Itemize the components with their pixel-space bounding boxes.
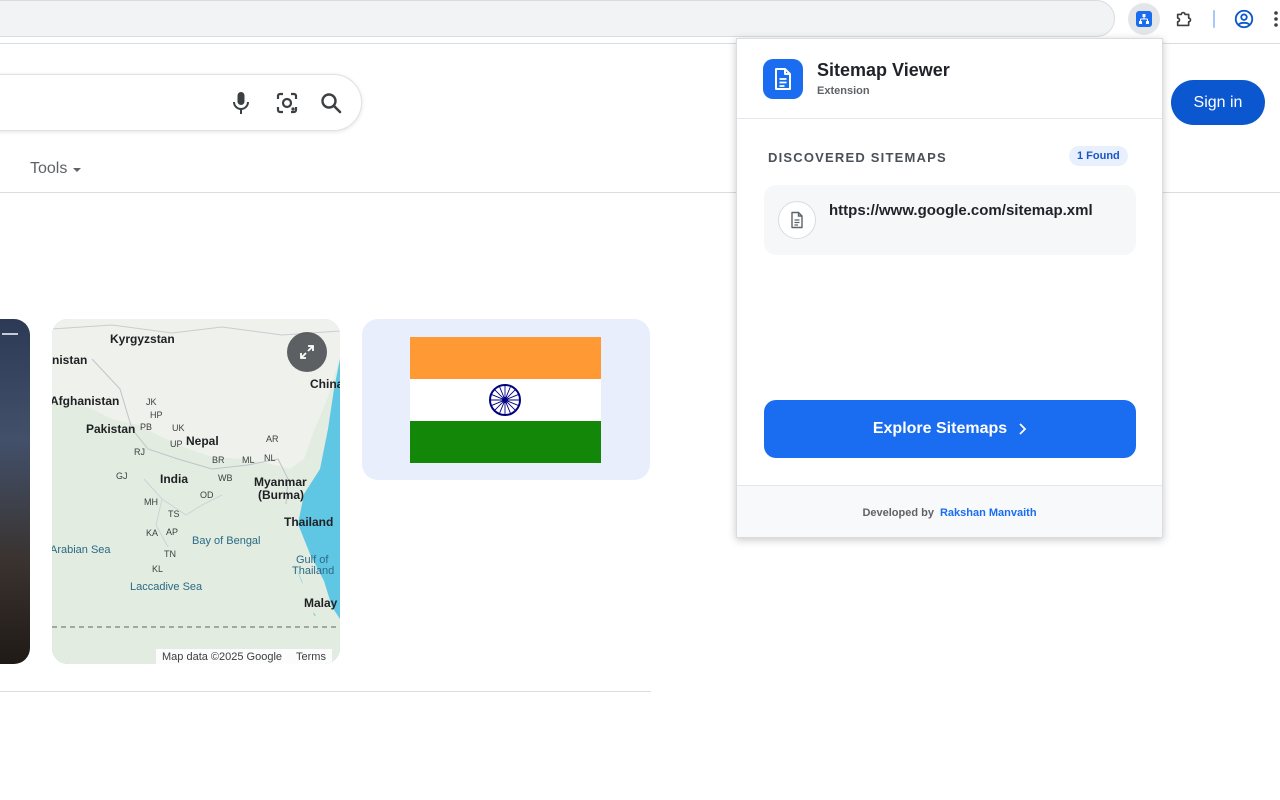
address-bar[interactable] xyxy=(0,0,1115,37)
flag-band-white xyxy=(410,379,601,421)
map-label: nistan xyxy=(52,353,88,367)
map-label: GJ xyxy=(116,471,128,481)
ashoka-chakra-icon xyxy=(489,384,521,416)
toolbar-separator xyxy=(1213,10,1215,28)
map-label: TN xyxy=(164,549,176,559)
sign-in-button[interactable]: Sign in xyxy=(1171,80,1265,125)
popup-header: Sitemap Viewer Extension xyxy=(737,39,1162,119)
sitemap-url[interactable]: https://www.google.com/sitemap.xml xyxy=(829,202,1093,219)
flag-band-green xyxy=(410,421,601,463)
map-label: HP xyxy=(150,410,163,420)
section-title: DISCOVERED SITEMAPS xyxy=(768,150,947,165)
map-label: Myanmar xyxy=(254,475,307,489)
map-label: KL xyxy=(152,564,164,574)
map-label: Nepal xyxy=(186,434,219,448)
photo-card[interactable] xyxy=(0,319,30,664)
map-label: (Burma) xyxy=(258,488,305,502)
sitemap-file-icon-wrapper xyxy=(778,201,816,239)
india-flag-image xyxy=(410,337,601,463)
popup-subtitle: Extension xyxy=(817,85,870,97)
popup-footer: Developed by Rakshan Manvaith xyxy=(737,485,1162,537)
tools-menu[interactable]: Tools xyxy=(30,160,82,178)
footer-label: Developed by xyxy=(862,506,934,519)
chevron-right-icon xyxy=(1019,423,1027,435)
map-label: PB xyxy=(140,422,153,432)
image-search-button[interactable] xyxy=(273,89,301,117)
map-label: JK xyxy=(146,397,157,407)
map-expand-button[interactable] xyxy=(287,332,327,372)
map-attribution: Map data ©2025 Google Terms xyxy=(156,649,332,664)
map-label: Kyrgyzstan xyxy=(110,332,175,346)
extensions-button[interactable] xyxy=(1169,3,1201,35)
map-label: Bay of Bengal xyxy=(192,535,261,547)
map-data-credit: Map data ©2025 Google xyxy=(162,650,283,663)
map-label: Thailand xyxy=(284,515,334,529)
profile-button[interactable] xyxy=(1228,3,1260,35)
map-label: Thailand xyxy=(292,565,335,577)
results-divider xyxy=(0,691,651,692)
popup-title: Sitemap Viewer xyxy=(817,60,950,80)
map-label: UK xyxy=(172,423,185,433)
map-label: Afghanistan xyxy=(52,394,120,408)
expand-icon xyxy=(300,345,314,359)
map-label: OD xyxy=(200,490,214,500)
sitemap-extension-icon[interactable] xyxy=(1128,3,1160,35)
map-label: Malay xyxy=(304,596,338,610)
found-count-badge: 1 Found xyxy=(1069,146,1128,166)
map-label: Pakistan xyxy=(86,422,136,436)
map-label: AR xyxy=(266,434,279,444)
map-label: China xyxy=(310,377,340,391)
sitemap-viewer-popup: Sitemap Viewer Extension DISCOVERED SITE… xyxy=(736,38,1163,538)
mic-icon xyxy=(233,92,249,114)
sitemap-list-item[interactable]: https://www.google.com/sitemap.xml xyxy=(764,185,1136,255)
caret-down-icon xyxy=(73,168,82,172)
map-label: MH xyxy=(144,497,158,507)
kebab-menu-icon xyxy=(1274,11,1278,27)
explore-button-label: Explore Sitemaps xyxy=(872,420,1008,437)
map-label: WB xyxy=(218,473,233,483)
file-icon xyxy=(791,211,803,229)
search-box[interactable] xyxy=(0,74,362,131)
camera-lens-icon xyxy=(276,92,298,114)
voice-search-button[interactable] xyxy=(227,89,255,117)
map-label: UP xyxy=(170,439,183,449)
search-submit-button[interactable] xyxy=(317,89,345,117)
map-label: ML xyxy=(242,455,255,465)
explore-sitemaps-button[interactable]: Explore Sitemaps xyxy=(764,400,1136,458)
map-label: India xyxy=(160,472,189,486)
map-label: TS xyxy=(168,509,180,519)
map-label: Laccadive Sea xyxy=(130,581,203,593)
flag-band-saffron xyxy=(410,337,601,379)
photo-highlight xyxy=(2,333,18,335)
map-card[interactable]: Kyrgyzstan nistan China Afghanistan JK H… xyxy=(52,319,340,664)
map-label: AP xyxy=(166,527,179,537)
map-label: NL xyxy=(264,453,276,463)
browser-menu-button[interactable] xyxy=(1266,3,1280,35)
extension-logo xyxy=(763,59,803,99)
map-label: BR xyxy=(212,455,225,465)
flag-card[interactable] xyxy=(362,319,650,480)
tools-label: Tools xyxy=(30,160,68,177)
map-label: Arabian Sea xyxy=(52,544,111,556)
map-label: RJ xyxy=(134,447,145,457)
sitemap-icon xyxy=(1136,11,1152,27)
puzzle-icon xyxy=(1176,11,1192,27)
document-icon xyxy=(775,68,791,90)
search-icon xyxy=(321,93,342,114)
author-link[interactable]: Rakshan Manvaith xyxy=(940,507,1037,519)
map-terms-link[interactable]: Terms xyxy=(296,651,326,663)
map-label: KA xyxy=(146,528,159,538)
profile-icon xyxy=(1234,9,1254,29)
